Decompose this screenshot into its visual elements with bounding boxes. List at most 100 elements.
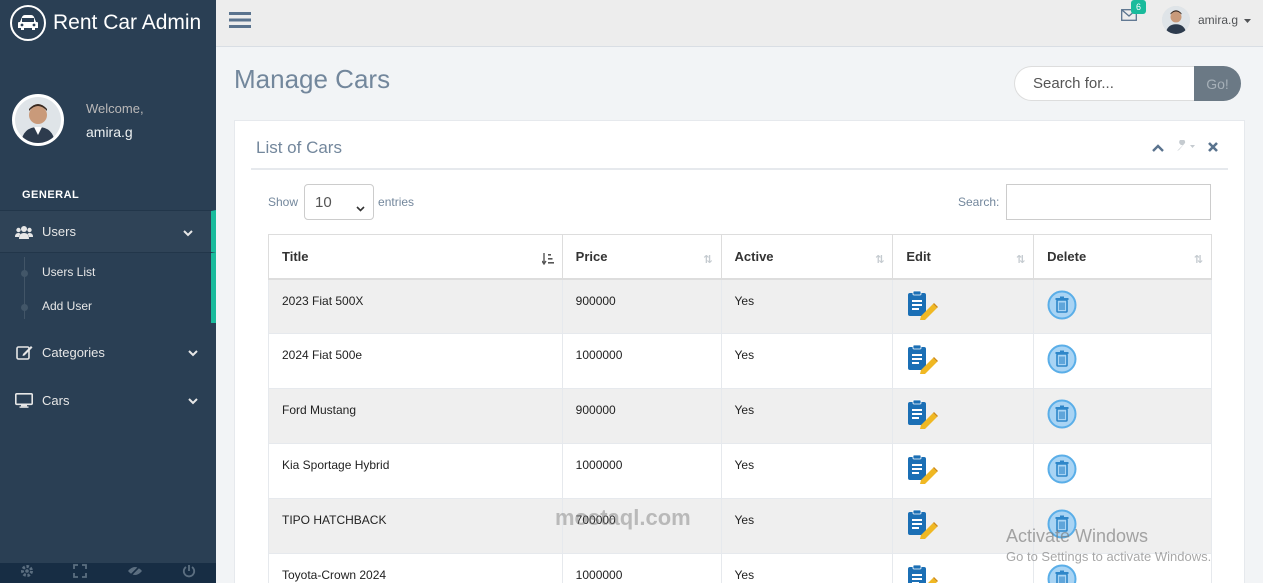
eye-slash-icon[interactable]	[127, 564, 143, 582]
sidebar-item-users[interactable]: Users	[0, 210, 216, 253]
chevron-down-icon	[356, 199, 365, 216]
cell-title: 2023 Fiat 500X	[268, 278, 563, 334]
column-header-price[interactable]: Price ⇅	[561, 234, 722, 280]
activate-title: Activate Windows	[1006, 526, 1149, 546]
sidebar-item-label: Cars	[42, 392, 70, 408]
delete-car-icon[interactable]	[1047, 290, 1077, 323]
activate-subtitle: Go to Settings to activate Windows.	[1006, 549, 1212, 564]
fullscreen-icon[interactable]	[73, 563, 88, 583]
brand[interactable]: Rent Car Admin	[0, 0, 216, 46]
menu-toggle-icon[interactable]	[229, 11, 251, 34]
chevron-down-icon	[183, 225, 193, 240]
mail-count-badge: 6	[1131, 0, 1147, 14]
entries-select[interactable]: 10	[304, 184, 375, 220]
profile: Welcome, amira.g	[0, 46, 216, 172]
table-row: Kia Sportage Hybrid 1000000 Yes	[268, 443, 1212, 499]
users-submenu: Users List Add User	[0, 253, 216, 323]
user-menu-name: amira.g	[1198, 13, 1239, 27]
delete-car-icon[interactable]	[1047, 454, 1077, 487]
cell-price: 900000	[561, 388, 722, 444]
edit-car-icon[interactable]	[906, 344, 939, 377]
menu-section-title: GENERAL	[22, 189, 80, 201]
delete-car-icon[interactable]	[1047, 344, 1077, 377]
cell-title: TIPO HATCHBACK	[268, 498, 563, 554]
edit-car-icon[interactable]	[906, 399, 939, 432]
chevron-up-icon[interactable]	[1152, 139, 1164, 157]
search-form: Go!	[1014, 66, 1241, 101]
edit-icon	[14, 345, 34, 360]
sidebar-item-cars[interactable]: Cars	[0, 379, 216, 421]
table-search-input[interactable]	[1006, 184, 1212, 220]
sort-icon: ⇅	[1015, 254, 1026, 266]
entries-label: entries	[378, 195, 415, 209]
cell-delete	[1033, 388, 1212, 444]
cell-edit	[892, 278, 1035, 334]
activate-windows-notice: Activate Windows Go to Settings to activ…	[1006, 526, 1211, 564]
search-input[interactable]	[1014, 66, 1194, 101]
sidebar-item-categories[interactable]: Categories	[0, 331, 216, 373]
avatar	[1162, 6, 1190, 34]
sort-icon: ⇅	[875, 254, 885, 266]
sort-icon: ⇅	[1193, 254, 1203, 266]
wrench-icon[interactable]	[1176, 139, 1196, 157]
cell-edit	[892, 333, 1035, 389]
show-entries: Show 10 entries	[268, 184, 414, 220]
cell-title: Toyota-Crown 2024	[268, 553, 563, 583]
cell-title: Kia Sportage Hybrid	[268, 443, 563, 499]
close-icon[interactable]	[1208, 139, 1218, 157]
sidebar-subitem-users-list[interactable]: Users List	[0, 265, 211, 299]
edit-car-icon[interactable]	[906, 509, 939, 542]
panel-title: List of Cars	[256, 138, 342, 157]
go-button[interactable]: Go!	[1194, 66, 1241, 101]
edit-car-icon[interactable]	[906, 290, 939, 323]
sidebar: Rent Car Admin Welcome, amira.g GENERAL …	[0, 0, 216, 583]
sort-icon: ⇅	[703, 254, 713, 266]
cell-delete	[1033, 443, 1212, 499]
cell-active: Yes	[720, 553, 894, 583]
cell-price: 1000000	[561, 333, 722, 389]
users-icon	[14, 225, 34, 239]
cell-active: Yes	[720, 388, 894, 444]
cell-edit	[892, 388, 1035, 444]
column-header-edit[interactable]: Edit ⇅	[892, 234, 1035, 280]
cell-title: Ford Mustang	[268, 388, 563, 444]
show-label: Show	[268, 195, 299, 209]
divider	[251, 168, 1228, 170]
chevron-down-icon	[188, 393, 198, 408]
column-header-title[interactable]: Title	[268, 234, 563, 280]
cell-delete	[1033, 333, 1212, 389]
gear-icon[interactable]	[20, 564, 34, 583]
column-header-active[interactable]: Active ⇅	[720, 234, 894, 280]
entries-select-value: 10	[315, 193, 332, 211]
sidebar-subitem-add-user[interactable]: Add User	[0, 299, 211, 333]
chevron-down-icon	[188, 345, 198, 360]
panel-tools	[1152, 139, 1218, 157]
table-row: 2023 Fiat 500X 900000 Yes	[268, 278, 1212, 334]
table-search-label: Search:	[958, 195, 1000, 209]
sidebar-item-label: Users	[42, 224, 76, 239]
caret-down-icon	[1244, 13, 1252, 27]
cell-active: Yes	[720, 278, 894, 334]
cell-active: Yes	[720, 498, 894, 554]
column-header-delete[interactable]: Delete ⇅	[1033, 234, 1212, 280]
welcome-text: Welcome,	[86, 100, 144, 116]
profile-username: amira.g	[86, 123, 133, 140]
car-icon	[10, 5, 46, 41]
avatar	[12, 94, 64, 146]
cell-title: 2024 Fiat 500e	[268, 333, 563, 389]
watermark: mostaql.com	[555, 505, 691, 530]
sidebar-item-label: Categories	[42, 344, 105, 360]
cell-edit	[892, 443, 1035, 499]
user-menu[interactable]: amira.g	[1162, 6, 1252, 34]
delete-car-icon[interactable]	[1047, 399, 1077, 432]
table-row: Ford Mustang 900000 Yes	[268, 388, 1212, 444]
cell-delete	[1033, 278, 1212, 334]
table-row: 2024 Fiat 500e 1000000 Yes	[268, 333, 1212, 389]
cell-price: 1000000	[561, 443, 722, 499]
cars-panel: List of Cars Show 10 entries Search: Tit…	[234, 120, 1245, 583]
edit-car-icon[interactable]	[906, 454, 939, 487]
brand-title: Rent Car Admin	[53, 11, 202, 34]
power-icon[interactable]	[182, 564, 196, 583]
page-title: Manage Cars	[234, 64, 391, 94]
top-nav: 6 amira.g	[216, 0, 1263, 47]
